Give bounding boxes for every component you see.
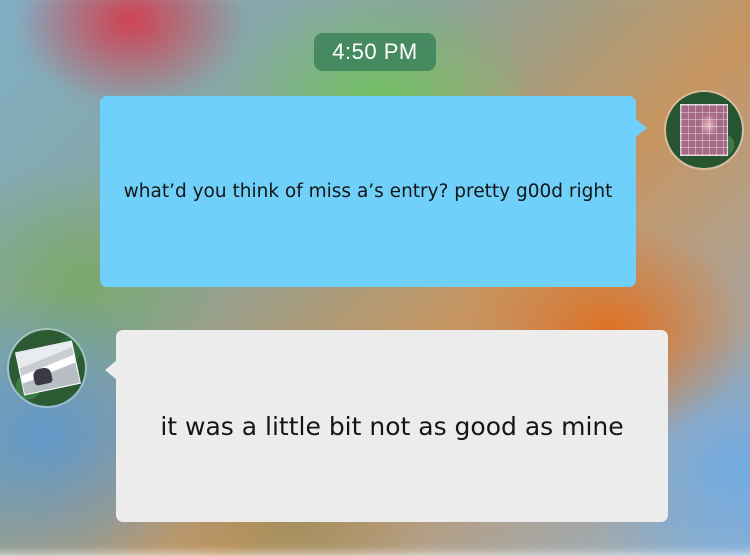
outgoing-message-bubble[interactable]: what’d you think of miss a’s entry? pret… — [100, 96, 647, 287]
profile-photo — [680, 104, 728, 156]
outgoing-message-text: what’d you think of miss a’s entry? pret… — [123, 181, 613, 202]
recipient-avatar[interactable] — [9, 330, 85, 406]
sender-avatar[interactable] — [666, 92, 742, 168]
bubble-tail — [105, 360, 117, 380]
incoming-message-bubble[interactable]: it was a little bit not as good as mine — [105, 330, 668, 522]
bubble-tail — [635, 118, 647, 138]
message-timestamp: 4:50 PM — [314, 33, 436, 71]
profile-photo — [15, 340, 81, 396]
incoming-message-text: it was a little bit not as good as mine — [160, 411, 624, 441]
